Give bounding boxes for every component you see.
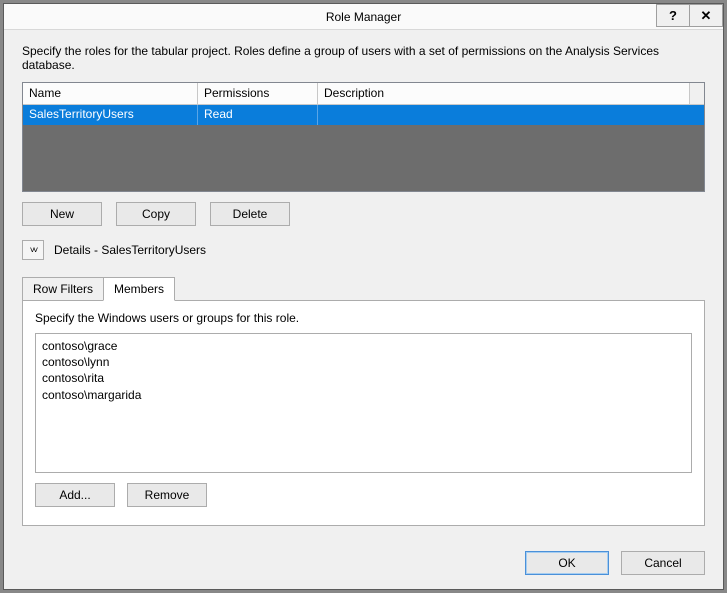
grid-header-permissions[interactable]: Permissions xyxy=(198,83,318,105)
details-toggle-button[interactable]: ˅˅ xyxy=(22,240,44,260)
members-panel: Specify the Windows users or groups for … xyxy=(22,300,705,526)
window-title: Role Manager xyxy=(4,10,723,24)
remove-button[interactable]: Remove xyxy=(127,483,207,507)
members-instruction: Specify the Windows users or groups for … xyxy=(35,311,692,325)
new-button[interactable]: New xyxy=(22,202,102,226)
ok-button[interactable]: OK xyxy=(525,551,609,575)
add-button[interactable]: Add... xyxy=(35,483,115,507)
grid-cell-name: SalesTerritoryUsers xyxy=(23,105,198,125)
dialog-footer: OK Cancel xyxy=(525,551,705,575)
grid-buttons: New Copy Delete xyxy=(22,202,705,226)
tab-row-filters[interactable]: Row Filters xyxy=(22,277,104,301)
chevron-down-icon: ˅˅ xyxy=(30,246,37,255)
list-item[interactable]: contoso\margarida xyxy=(42,387,685,403)
delete-button[interactable]: Delete xyxy=(210,202,290,226)
tab-strip: Row Filters Members xyxy=(22,277,705,301)
details-toggle-row: ˅˅ Details - SalesTerritoryUsers xyxy=(22,240,705,260)
roles-grid[interactable]: Name Permissions Description SalesTerrit… xyxy=(22,82,705,192)
grid-row[interactable]: SalesTerritoryUsers Read xyxy=(23,105,704,125)
cancel-button[interactable]: Cancel xyxy=(621,551,705,575)
grid-cell-description xyxy=(318,105,704,125)
title-bar: Role Manager ? ✕ xyxy=(4,4,723,30)
title-buttons: ? ✕ xyxy=(657,4,723,27)
list-item[interactable]: contoso\lynn xyxy=(42,354,685,370)
grid-header-spacer xyxy=(690,83,704,105)
close-icon: ✕ xyxy=(701,8,712,24)
grid-header: Name Permissions Description xyxy=(23,83,704,105)
members-listbox[interactable]: contoso\grace contoso\lynn contoso\rita … xyxy=(35,333,692,473)
details-label: Details - SalesTerritoryUsers xyxy=(54,243,206,257)
help-icon: ? xyxy=(669,8,677,23)
role-manager-dialog: Role Manager ? ✕ Specify the roles for t… xyxy=(3,3,724,590)
tabs: Row Filters Members Specify the Windows … xyxy=(22,276,705,526)
main-instruction: Specify the roles for the tabular projec… xyxy=(22,44,705,72)
dialog-body: Specify the roles for the tabular projec… xyxy=(4,30,723,540)
grid-cell-permissions: Read xyxy=(198,105,318,125)
help-button[interactable]: ? xyxy=(656,4,690,27)
grid-header-description[interactable]: Description xyxy=(318,83,690,105)
tab-members[interactable]: Members xyxy=(103,277,175,301)
copy-button[interactable]: Copy xyxy=(116,202,196,226)
list-item[interactable]: contoso\grace xyxy=(42,338,685,354)
grid-header-name[interactable]: Name xyxy=(23,83,198,105)
members-buttons: Add... Remove xyxy=(35,483,692,507)
list-item[interactable]: contoso\rita xyxy=(42,370,685,386)
close-button[interactable]: ✕ xyxy=(689,4,723,27)
